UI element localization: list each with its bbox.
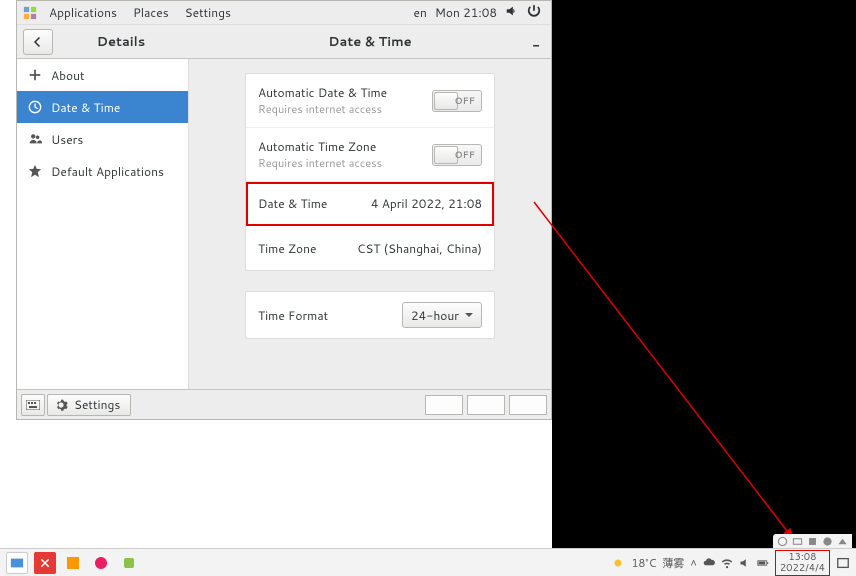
row-sublabel: Requires internet access xyxy=(258,101,432,117)
sidebar-item-label: About xyxy=(51,67,85,84)
taskbar-icon-app1[interactable] xyxy=(34,552,56,574)
row-label: Time Zone xyxy=(258,240,357,257)
menu-applications[interactable]: Applications xyxy=(41,4,125,21)
input-language-indicator[interactable]: en xyxy=(414,4,427,21)
settings-window: Applications Places Settings en Mon 21:0… xyxy=(16,0,552,420)
bottom-panel-button-1[interactable] xyxy=(425,395,463,415)
date-time-value: 4 April 2022, 21:08 xyxy=(371,195,482,212)
top-menu-bar: Applications Places Settings en Mon 21:0… xyxy=(17,1,551,25)
row-auto-date-time: Automatic Date & Time Requires internet … xyxy=(246,74,494,128)
row-time-zone[interactable]: Time Zone CST (Shanghai, China) xyxy=(246,226,494,270)
plus-icon xyxy=(27,67,43,83)
sidebar-item-label: Default Applications xyxy=(51,163,164,180)
weather-desc: 薄雾 xyxy=(662,555,684,571)
star-icon xyxy=(27,163,43,179)
sidebar: About Date & Time Users Default Applicat… xyxy=(17,59,189,389)
row-auto-time-zone: Automatic Time Zone Requires internet ac… xyxy=(246,128,494,182)
tray-icon[interactable] xyxy=(777,536,788,547)
users-icon xyxy=(27,131,43,147)
taskbar-icon-app4[interactable] xyxy=(118,552,140,574)
bottom-panel-button-2[interactable] xyxy=(467,395,505,415)
row-date-time[interactable]: Date & Time 4 April 2022, 21:08 xyxy=(246,182,494,226)
sidebar-item-default-apps[interactable]: Default Applications xyxy=(17,155,188,187)
app-menu-icon xyxy=(23,6,37,20)
sidebar-item-date-time[interactable]: Date & Time xyxy=(17,91,188,123)
tray-battery-icon[interactable] xyxy=(757,557,769,569)
clock-icon xyxy=(27,99,43,115)
minimize-button[interactable]: _ xyxy=(527,33,545,51)
taskbar-icon-app3[interactable] xyxy=(90,552,112,574)
notification-icon[interactable] xyxy=(836,556,850,570)
tray-icon[interactable] xyxy=(792,536,803,547)
topbar-clock[interactable]: Mon 21:08 xyxy=(435,4,497,21)
main-panel: Automatic Date & Time Requires internet … xyxy=(189,59,551,389)
sidebar-item-label: Users xyxy=(51,131,83,148)
desktop-background xyxy=(552,0,856,576)
back-button[interactable] xyxy=(23,29,53,55)
tray-speaker-icon[interactable] xyxy=(739,557,751,569)
taskbar-icon-app2[interactable] xyxy=(62,552,84,574)
row-label: Time Format xyxy=(258,307,402,324)
weather-temp: 18°C xyxy=(631,555,656,571)
tray-icon[interactable] xyxy=(837,536,848,547)
settings-bottom-button[interactable]: Settings xyxy=(47,394,131,416)
tray-chevron-icon[interactable]: ˄ xyxy=(690,555,696,571)
header-title-left: Details xyxy=(53,33,189,51)
settings-group-auto: Automatic Date & Time Requires internet … xyxy=(245,73,495,271)
header-bar: Details Date & Time _ xyxy=(17,25,551,59)
time-zone-value: CST (Shanghai, China) xyxy=(357,240,482,257)
tray-cloud-icon[interactable] xyxy=(703,557,715,569)
menu-settings[interactable]: Settings xyxy=(177,4,239,21)
switch-auto-time-zone[interactable]: OFF xyxy=(432,144,482,166)
keyboard-button[interactable] xyxy=(21,394,45,416)
host-tray-upper xyxy=(773,534,852,548)
bottom-bar: Settings xyxy=(17,389,551,419)
weather-icon xyxy=(611,556,625,570)
tray-icon[interactable] xyxy=(822,536,833,547)
host-taskbar: 18°C 薄雾 ˄ 13:08 2022/4/4 xyxy=(0,548,856,576)
volume-icon[interactable] xyxy=(505,4,519,22)
header-title-right: Date & Time xyxy=(328,33,411,51)
row-label: Automatic Date & Time xyxy=(258,84,432,101)
sidebar-item-label: Date & Time xyxy=(51,99,120,116)
row-label: Date & Time xyxy=(258,195,371,212)
sidebar-item-users[interactable]: Users xyxy=(17,123,188,155)
menu-places[interactable]: Places xyxy=(125,4,177,21)
row-label: Automatic Time Zone xyxy=(258,138,432,155)
tray-icon[interactable] xyxy=(807,536,818,547)
content-area: About Date & Time Users Default Applicat… xyxy=(17,59,551,389)
tray-wifi-icon[interactable] xyxy=(721,557,733,569)
switch-auto-date-time[interactable]: OFF xyxy=(432,90,482,112)
taskbar-icon-vm[interactable] xyxy=(6,552,28,574)
combo-time-format[interactable]: 24-hour xyxy=(402,302,482,328)
host-clock[interactable]: 13:08 2022/4/4 xyxy=(775,550,830,576)
row-time-format: Time Format 24-hour xyxy=(246,292,494,338)
bottom-panel-button-3[interactable] xyxy=(509,395,547,415)
settings-group-format: Time Format 24-hour xyxy=(245,291,495,339)
row-sublabel: Requires internet access xyxy=(258,155,432,171)
sidebar-item-about[interactable]: About xyxy=(17,59,188,91)
power-icon[interactable] xyxy=(527,4,541,22)
